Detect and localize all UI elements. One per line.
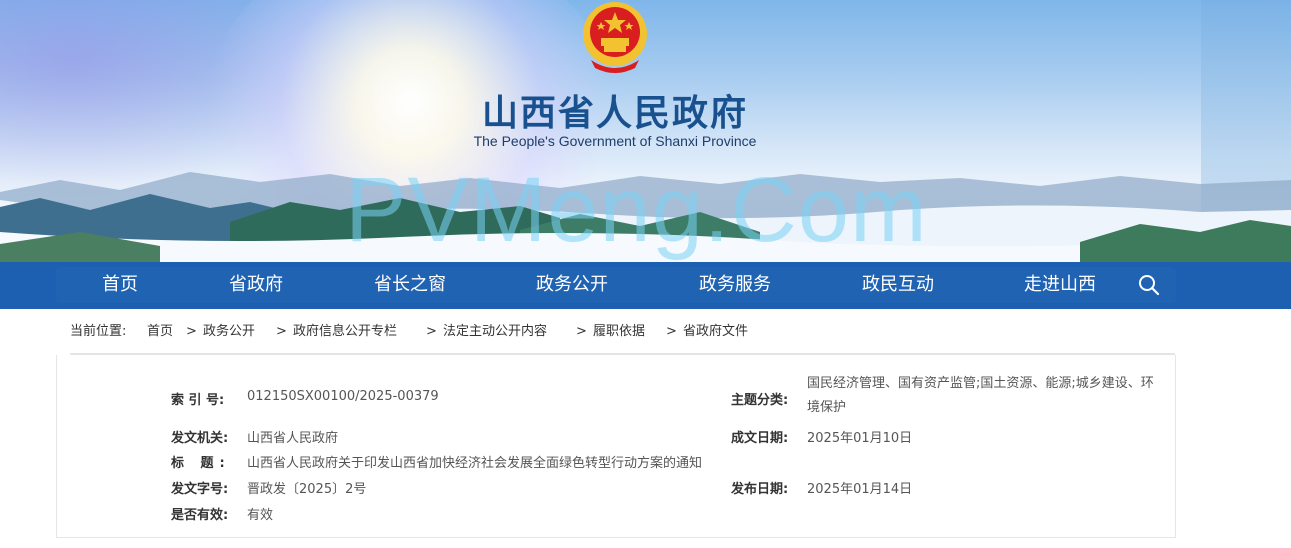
title-label: 标 题:: [171, 456, 231, 471]
docno-label: 发文字号:: [171, 482, 229, 497]
breadcrumb-separator: >: [276, 324, 287, 339]
index-label: 索 引 号:: [171, 393, 225, 408]
nav-inner: 首页 省政府 省长之窗 政务公开 政务服务 政民互动 走进山西: [56, 267, 1176, 303]
document-info-box: 索 引 号: 012150SX00100/2025-00379 主题分类: 国民…: [56, 355, 1176, 538]
nav-item-about-shanxi[interactable]: 走进山西: [1024, 267, 1096, 303]
topic-value: 国民经济管理、国有资产监管;国土资源、能源;城乡建设、环境保护: [807, 376, 1154, 415]
topic-label: 主题分类:: [731, 393, 789, 408]
breadcrumb-item-statutory[interactable]: 法定主动公开内容: [443, 320, 547, 344]
watermark-text: PVMeng.Com: [345, 159, 928, 261]
breadcrumb-separator: >: [576, 324, 587, 339]
breadcrumb: 当前位置: 首页 > 政务公开 > 政府信息公开专栏 > 法定主动公开内容 > …: [70, 320, 1170, 344]
breadcrumb-separator: >: [666, 324, 677, 339]
nav-item-interaction[interactable]: 政民互动: [862, 267, 934, 303]
breadcrumb-item-affairs[interactable]: 政务公开: [203, 320, 255, 344]
published-date-value: 2025年01月14日: [807, 482, 913, 497]
created-date-label: 成文日期:: [731, 431, 789, 446]
breadcrumb-separator: >: [186, 324, 197, 339]
issuer-label: 发文机关:: [171, 431, 229, 446]
breadcrumb-item-info-column[interactable]: 政府信息公开专栏: [293, 320, 397, 344]
nav-item-provincial-government[interactable]: 省政府: [229, 267, 283, 303]
validity-label: 是否有效:: [171, 508, 229, 523]
title-value: 山西省人民政府关于印发山西省加快经济社会发展全面绿色转型行动方案的通知: [247, 456, 703, 471]
nav-item-governor-window[interactable]: 省长之窗: [374, 267, 446, 303]
nav-item-home[interactable]: 首页: [102, 267, 138, 303]
breadcrumb-item-provincial-docs[interactable]: 省政府文件: [683, 320, 748, 344]
breadcrumb-item-home[interactable]: 首页: [147, 320, 173, 344]
nav-item-government-affairs[interactable]: 政务公开: [536, 267, 608, 303]
national-emblem-icon: [583, 2, 647, 73]
created-date-value: 2025年01月10日: [807, 431, 913, 446]
breadcrumb-item-duty-basis[interactable]: 履职依据: [593, 320, 645, 344]
index-value: 012150SX00100/2025-00379: [247, 389, 439, 404]
main-nav: 首页 省政府 省长之窗 政务公开 政务服务 政民互动 走进山西: [0, 262, 1291, 309]
validity-value: 有效: [247, 508, 274, 523]
nav-item-government-services[interactable]: 政务服务: [699, 267, 771, 303]
site-title: 山西省人民政府: [481, 92, 748, 134]
breadcrumb-separator: >: [426, 324, 437, 339]
docno-value: 晋政发〔2025〕2号: [247, 482, 367, 497]
breadcrumb-prefix: 当前位置:: [70, 324, 127, 339]
header-banner: 山西省人民政府 The People's Government of Shanx…: [0, 0, 1291, 262]
search-icon[interactable]: [1137, 273, 1161, 297]
site-subtitle: The People's Government of Shanxi Provin…: [473, 133, 757, 149]
published-date-label: 发布日期:: [731, 482, 789, 497]
issuer-value: 山西省人民政府: [247, 431, 339, 446]
